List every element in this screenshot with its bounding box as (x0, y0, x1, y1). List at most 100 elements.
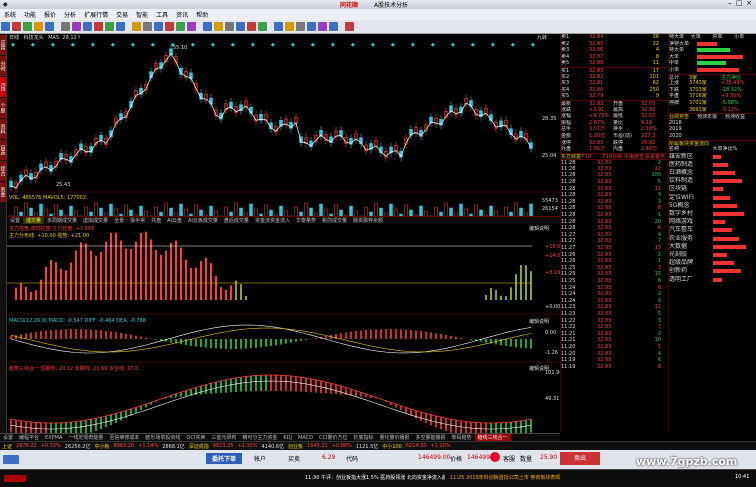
panel2-edit-link[interactable]: 编辑说明 (529, 225, 549, 232)
concept-row[interactable]: 大数据 (669, 243, 756, 251)
side-tab-4[interactable]: 个股 (0, 98, 6, 118)
toolbar-tool-icon[interactable] (247, 22, 256, 31)
bottom-tab[interactable]: 筹码趋势 (448, 434, 474, 441)
indicator-tab[interactable]: 华泰量势 (293, 217, 319, 224)
ask-row[interactable]: 卖4 32.87 8 (561, 54, 668, 61)
concept-row[interactable]: 定位WIFI (669, 194, 756, 202)
indicator-tab[interactable]: 虚拟成交量 (80, 217, 111, 224)
side-tab-1[interactable]: 应用 (0, 35, 6, 55)
side-tab-3[interactable]: K线 (0, 77, 6, 97)
bottom-tab[interactable]: 至信维修成本 (106, 434, 142, 441)
menu-item[interactable]: 报价 (40, 10, 60, 19)
indicator-tab[interactable]: AI云板成交量 (185, 217, 221, 224)
order-button[interactable]: 委托下单 (206, 453, 243, 464)
side-tab-5[interactable]: 资料 (0, 119, 6, 139)
toolbar-tool-icon[interactable] (105, 22, 114, 31)
news-ticker-2[interactable]: 11:25 2019年科创板首批公司上市 券商板块表现活跃 (450, 474, 560, 481)
kline-chart[interactable]: ◆ ◆ ◆ ◆ ◆ ◆ ◆ ◆ ◆ ◆ ◆ ◆ ◆ ◆ ◆ ◆ ◆ ◆ ◆ ◆ ◆ ◆ ◆ ◆ ◆ ◆ ◆ (7, 34, 560, 434)
menu-item[interactable]: 交易 (112, 10, 132, 19)
concept-row[interactable]: 创新药 (669, 267, 756, 275)
bid-row[interactable]: 买1 32.83 17 (561, 66, 668, 74)
bid-row[interactable]: 买2 32.82 101 (561, 74, 668, 81)
f10-link[interactable]: 东方财富 (561, 154, 582, 160)
concept-row[interactable]: 网络游戏 (669, 218, 756, 226)
toolbar-tool-icon[interactable] (176, 22, 185, 31)
toolbar-tool-icon[interactable] (203, 22, 212, 31)
concept-row[interactable]: 5G概念 (669, 202, 756, 210)
menu-item[interactable]: 智能 (132, 10, 152, 19)
toolbar-tool-icon[interactable] (274, 22, 283, 31)
menu-item[interactable]: 资讯 (172, 10, 192, 19)
toolbar-tool-icon[interactable] (1, 22, 10, 31)
side-tab-6[interactable]: 自选 (0, 140, 6, 160)
menu-item[interactable]: 帮助 (192, 10, 212, 19)
indicator-tab[interactable]: 全景 (111, 217, 127, 224)
menu-item[interactable]: 分析 (60, 10, 80, 19)
toolbar-tool-icon[interactable] (83, 22, 92, 31)
indicator-tab[interactable]: 多周期成交量 (44, 217, 80, 224)
concept-row[interactable]: 雄安新区 (669, 153, 756, 161)
f10-link[interactable]: F10诊断 (603, 154, 624, 160)
chart-area[interactable]: ◆ ◆ ◆ ◆ ◆ ◆ ◆ ◆ ◆ ◆ ◆ ◆ ◆ ◆ ◆ ◆ ◆ ◆ ◆ ◆ ◆ ◆ ◆ ◆ ◆ ◆ ◆ 日线 科技龙头 MA5:… (7, 34, 564, 434)
help-icon[interactable] (490, 452, 500, 462)
toolbar-tool-icon[interactable] (329, 22, 338, 31)
menu-item[interactable]: 扩展行情 (80, 10, 112, 19)
f10-link[interactable]: 中报预告 (624, 154, 645, 160)
toolbar-tool-icon[interactable] (165, 22, 174, 31)
concept-row[interactable]: 区块链 (669, 185, 756, 193)
bottom-tab[interactable]: 欧乐场单投资线 (142, 434, 183, 441)
indicator-tab[interactable]: 设置 (7, 217, 23, 224)
toolbar-tool-icon[interactable] (236, 22, 245, 31)
toolbar-tool-icon[interactable] (132, 22, 141, 31)
bottom-tab[interactable]: 设置 (0, 434, 16, 441)
close-button[interactable]: × (746, 0, 752, 7)
toolbar-tool-icon[interactable] (154, 22, 163, 31)
minimize-button[interactable]: – (728, 0, 732, 7)
indicator-tab[interactable]: 盘后成交量 (221, 217, 252, 224)
concept-row[interactable]: 医药制造 (669, 161, 756, 169)
bottom-tab[interactable]: EXPMA (42, 435, 65, 441)
bottom-tab[interactable]: 编程平台 (16, 434, 42, 441)
concept-row[interactable]: 白酒概念 (669, 169, 756, 177)
ask-row[interactable]: 卖1 32.84 36 (561, 34, 668, 41)
toolbar-tool-icon[interactable] (318, 22, 327, 31)
concept-row[interactable]: 透明工厂 (669, 276, 756, 284)
bottom-tab[interactable]: 三金元研判 (208, 434, 239, 441)
menu-item[interactable]: 系统 (0, 10, 20, 19)
toolbar-tool-icon[interactable] (285, 22, 294, 31)
sell-button[interactable]: 卖出 (560, 452, 600, 465)
news-ticker[interactable]: 11:30 午评：创业板指大涨1.5% 医药股领涨 北向资金净流入超50亿 (305, 474, 445, 481)
bottom-tab[interactable]: KDJ (280, 435, 295, 441)
indicator-tab[interactable]: 融资融券余额 (350, 217, 386, 224)
indicator-tab[interactable]: 操手常 (127, 217, 148, 224)
side-tab-2[interactable]: 分时 (0, 56, 6, 76)
toolbar-tool-icon[interactable] (94, 22, 103, 31)
toolbar-tool-icon[interactable] (34, 22, 43, 31)
side-tab-8[interactable]: 资金 (0, 182, 6, 202)
bottom-tab[interactable]: 趋线三线合一 (474, 434, 511, 441)
menu-item[interactable]: 工具 (152, 10, 172, 19)
indicator-tab[interactable]: 资金流资金流入 (252, 217, 293, 224)
bottom-tab[interactable]: 抄底指标 (350, 434, 376, 441)
concept-row[interactable]: 农业服务 (669, 235, 756, 243)
menu-item[interactable]: 功能 (20, 10, 40, 19)
concept-row[interactable]: 光刻胶 (669, 251, 756, 259)
help-label[interactable]: 客服 (503, 454, 515, 463)
f10-link[interactable]: 投资要点 (645, 154, 666, 160)
toolbar-tool-icon[interactable] (12, 22, 21, 31)
bid-row[interactable]: 买3 32.81 62 (561, 80, 668, 87)
concept-row[interactable]: 汽车整车 (669, 226, 756, 234)
panel3-edit-link[interactable]: 编辑说明 (529, 318, 549, 325)
bottom-tab[interactable]: MACD (295, 435, 316, 441)
toolbar-tool-icon[interactable] (187, 22, 196, 31)
bottom-tab[interactable]: OCI买卖 (183, 434, 208, 441)
maximize-button[interactable]: □ (736, 0, 743, 7)
toolbar-tool-icon[interactable] (258, 22, 267, 31)
ask-row[interactable]: 卖3 32.86 4 (561, 47, 668, 54)
f10-link[interactable]: F10 (582, 154, 603, 160)
concept-row[interactable]: 超级品牌 (669, 259, 756, 267)
side-tab-7[interactable]: 综合 (0, 161, 6, 181)
toolbar-tool-icon[interactable] (296, 22, 305, 31)
toolbar-tool-icon[interactable] (45, 22, 54, 31)
forecast-tab[interactable]: 预测年报 (697, 114, 725, 120)
